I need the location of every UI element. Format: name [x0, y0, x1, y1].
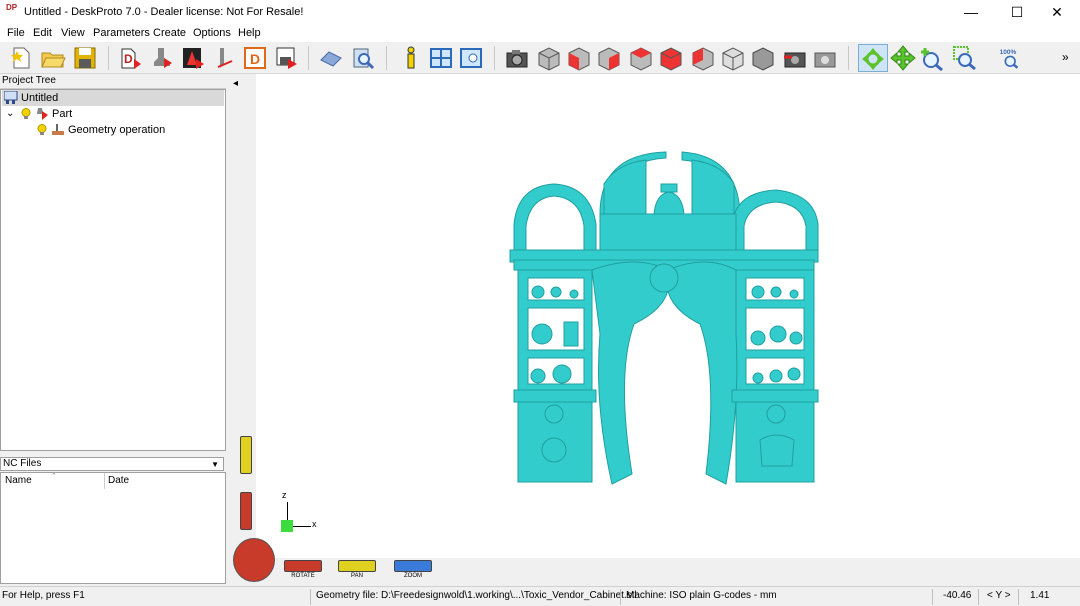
pan-slider[interactable] — [338, 560, 376, 572]
close-button[interactable]: ✕ — [1034, 0, 1080, 24]
view-right-icon[interactable] — [596, 45, 622, 71]
tree-label-geometry-operation: Geometry operation — [68, 124, 166, 136]
project-tree-header: Project Tree — [0, 75, 226, 89]
sort-indicator-icon: ⌃ — [51, 473, 57, 480]
status-help-text: For Help, press F1 — [2, 590, 85, 601]
collapse-panel-arrow[interactable]: ◂ — [233, 78, 238, 89]
pan-label: PAN — [351, 573, 363, 579]
3d-viewport[interactable]: z x — [256, 74, 1080, 558]
rotate-mode-icon[interactable] — [858, 44, 888, 72]
rotate-label: ROTATE — [291, 573, 315, 579]
axis-z-label: z — [282, 490, 287, 500]
tree-label-part: Part — [52, 108, 73, 120]
tree-label-untitled: Untitled — [21, 92, 59, 104]
axis-origin-icon — [281, 520, 293, 532]
eraser-icon[interactable] — [318, 45, 344, 71]
part-parameters-icon[interactable]: D — [118, 45, 144, 71]
menu-file[interactable]: File — [7, 27, 25, 39]
nc-files-header[interactable]: NC Files ▼ — [0, 457, 224, 471]
operation-parameters-icon[interactable] — [150, 45, 176, 71]
nc-column-date[interactable]: Date — [108, 475, 129, 486]
split-view-icon[interactable] — [428, 45, 454, 71]
project-icon — [3, 90, 18, 104]
minimize-button[interactable]: — — [948, 0, 994, 24]
app-icon[interactable]: DP — [6, 4, 21, 20]
toolbar-overflow[interactable]: » — [1062, 50, 1069, 64]
tree-item-geometry-operation[interactable]: Geometry operation — [1, 122, 221, 138]
menu-parameters[interactable]: Parameters — [93, 27, 150, 39]
menu-create[interactable]: Create — [153, 27, 186, 39]
status-coordinate-value: -40.46 — [943, 590, 972, 601]
column-divider[interactable] — [104, 473, 105, 489]
view-back-icon[interactable] — [658, 45, 684, 71]
tool-parameters-icon[interactable] — [212, 45, 238, 71]
status-machine: Machine: ISO plain G-codes - mm — [626, 590, 777, 601]
view-box-icon[interactable] — [750, 45, 776, 71]
view-bottom-icon[interactable] — [720, 45, 746, 71]
zoom-label: ZOOM — [404, 573, 422, 579]
menu-view[interactable]: View — [61, 27, 85, 39]
zoom-slider[interactable] — [394, 560, 432, 572]
part-icon — [35, 107, 49, 121]
view-front-icon[interactable] — [566, 45, 592, 71]
tree-item-part[interactable]: ⌄ Part — [1, 106, 221, 122]
chevron-down-icon[interactable]: ⌄ — [6, 106, 14, 122]
zoom-all-icon[interactable]: 100% — [998, 45, 1030, 71]
svg-text:D: D — [250, 51, 260, 67]
nc-files-list[interactable]: Name ⌃ Date — [0, 472, 226, 584]
write-nc-file-icon[interactable] — [274, 45, 300, 71]
zoom-percent-label: 100% — [1000, 49, 1017, 56]
tree-item-untitled[interactable]: Untitled — [2, 90, 224, 106]
zoom-window-icon[interactable] — [952, 45, 978, 71]
axis-x-line — [293, 526, 311, 527]
axis-z-line — [287, 502, 288, 520]
pan-vertical-slider[interactable] — [240, 436, 252, 474]
nc-column-name[interactable]: Name — [5, 475, 32, 486]
project-tree[interactable]: Untitled ⌄ Part Geometry operation — [0, 89, 226, 451]
new-file-icon[interactable] — [8, 45, 34, 71]
create-nc-icon[interactable]: D — [242, 45, 268, 71]
menu-bar: File Edit View Parameters Create Options… — [0, 24, 1080, 42]
operation-icon — [51, 124, 65, 136]
chevron-down-icon[interactable]: ▼ — [211, 459, 219, 471]
single-view-icon[interactable] — [458, 45, 484, 71]
camera-icon[interactable] — [504, 45, 530, 71]
lightbulb-icon[interactable] — [37, 124, 47, 136]
rotate-slider[interactable] — [284, 560, 322, 572]
viewport-area: ◂ z x ROTATE PAN ZOOM — [230, 74, 1080, 584]
search-file-icon[interactable] — [350, 45, 376, 71]
pan-mode-icon[interactable] — [890, 45, 916, 71]
menu-options[interactable]: Options — [193, 27, 231, 39]
toolpath-simulation-icon[interactable] — [180, 45, 206, 71]
status-geometry-file: Geometry file: D:\Freedesignwold\1.worki… — [316, 590, 637, 601]
left-panel: Project Tree Untitled ⌄ Part Geometry op… — [0, 74, 226, 584]
next-view-icon[interactable] — [812, 45, 838, 71]
open-folder-icon[interactable] — [40, 45, 66, 71]
view-top-icon[interactable] — [628, 45, 654, 71]
menu-help[interactable]: Help — [238, 27, 261, 39]
axis-x-label: x — [312, 519, 317, 529]
status-bar: For Help, press F1 Geometry file: D:\Fre… — [0, 586, 1080, 606]
model-render — [509, 151, 819, 485]
title-bar: DP Untitled - DeskProto 7.0 - Dealer lic… — [0, 0, 1080, 24]
lightbulb-icon[interactable] — [21, 108, 31, 120]
nc-files-title: NC Files — [3, 458, 42, 469]
view-left-icon[interactable] — [690, 45, 716, 71]
info-icon[interactable] — [398, 45, 424, 71]
svg-text:D: D — [124, 52, 133, 66]
rotate-vertical-slider[interactable] — [240, 492, 252, 530]
previous-view-icon[interactable] — [782, 45, 808, 71]
view-iso-icon[interactable] — [536, 45, 562, 71]
rotate-dial[interactable] — [233, 538, 275, 582]
status-scale-value: 1.41 — [1030, 590, 1050, 601]
window-title: Untitled - DeskProto 7.0 - Dealer licens… — [24, 6, 304, 18]
status-axis-indicator: < Y > — [987, 590, 1011, 601]
zoom-in-icon[interactable] — [920, 45, 946, 72]
menu-edit[interactable]: Edit — [33, 27, 52, 39]
toolbar: D D 100% » — [0, 42, 1080, 74]
save-icon[interactable] — [72, 45, 98, 71]
